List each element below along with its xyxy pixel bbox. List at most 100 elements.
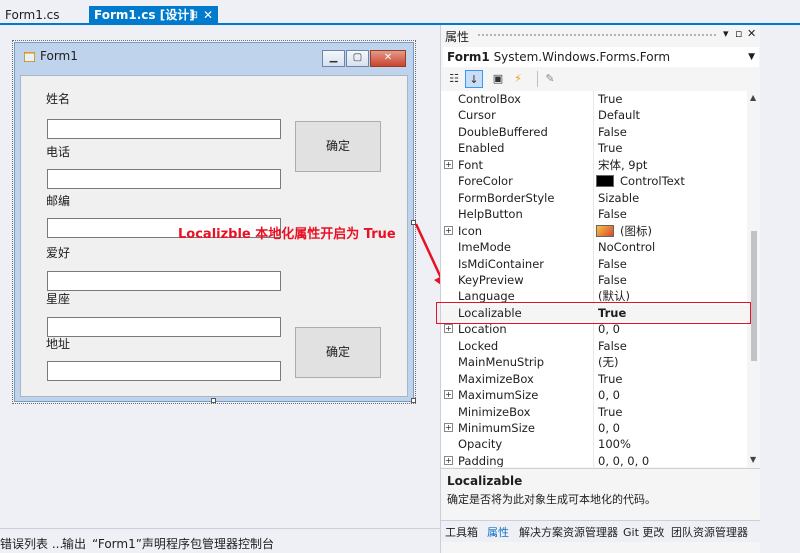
property-value[interactable]: Sizable (598, 190, 639, 206)
property-row[interactable]: Locked False (441, 338, 747, 354)
label-name: 姓名 (46, 92, 71, 106)
scroll-up-icon[interactable]: ▲ (750, 93, 756, 102)
property-value[interactable]: 宋体, 9pt (598, 157, 647, 173)
property-value[interactable]: True (598, 140, 622, 156)
property-row[interactable]: MainMenuStrip (无) (441, 354, 747, 370)
property-value[interactable]: False (598, 206, 627, 222)
tab-solution-explorer[interactable]: 解决方案资源管理器 (519, 524, 618, 540)
confirm-button-top[interactable]: 确定 (295, 121, 381, 172)
textbox-name[interactable] (47, 119, 281, 139)
textbox-constellation[interactable] (47, 317, 281, 337)
maximize-button[interactable]: ▢ (346, 50, 369, 67)
highlight-box (436, 302, 751, 324)
chevron-down-icon: ▼ (748, 52, 755, 62)
label-address: 地址 (46, 337, 71, 351)
property-value[interactable]: True (598, 91, 622, 107)
resize-handle-corner[interactable] (411, 398, 416, 403)
property-value[interactable]: True (598, 404, 622, 420)
designer-surface: Form1 ▁ ▢ ✕ 姓名 电话 邮编 爱好 星座 地址 确定 确定 (0, 27, 438, 528)
property-value[interactable]: 0, 0 (598, 420, 620, 436)
bottom-tab-output[interactable]: 输出 (62, 535, 86, 552)
icon-preview (596, 224, 614, 237)
drag-grip[interactable] (477, 33, 717, 37)
document-tab-strip: Form1.cs Form1.cs [设计] ⊞ ✕ (0, 0, 800, 25)
property-row[interactable]: ControlBox True (441, 91, 747, 107)
property-value[interactable]: False (598, 338, 627, 354)
property-row[interactable]: Opacity 100% (441, 436, 747, 452)
property-name: DoubleBuffered (458, 124, 548, 139)
categorized-icon[interactable]: ☷ (445, 70, 463, 88)
maximize-icon[interactable]: ▫ (735, 27, 742, 40)
property-row[interactable]: IsMdiContainer False (441, 256, 747, 272)
property-value[interactable]: 100% (598, 436, 631, 452)
property-row[interactable]: + Font 宋体, 9pt (441, 157, 747, 173)
chevron-down-icon[interactable]: ▾ (723, 27, 729, 40)
tab-toolbox[interactable]: 工具箱 (445, 524, 478, 540)
properties-icon[interactable]: ▣ (489, 70, 507, 88)
close-icon[interactable]: ✕ (203, 6, 213, 25)
pin-icon[interactable]: ⊞ (190, 6, 198, 25)
label-constellation: 星座 (46, 292, 71, 306)
expand-icon[interactable]: + (444, 159, 453, 169)
textbox-phone[interactable] (47, 169, 281, 189)
property-row[interactable]: + Padding 0, 0, 0, 0 (441, 453, 747, 467)
property-row[interactable]: ImeMode NoControl (441, 239, 747, 255)
expand-icon[interactable]: + (444, 324, 453, 334)
property-value[interactable]: False (598, 256, 627, 272)
expand-icon[interactable]: + (444, 390, 453, 400)
property-value[interactable]: 0, 0, 0, 0 (598, 453, 649, 467)
close-icon[interactable]: ✕ (747, 27, 756, 40)
property-value[interactable]: (图标) (620, 223, 652, 239)
tab-git-changes[interactable]: Git 更改 (623, 524, 664, 540)
property-row[interactable]: DoubleBuffered False (441, 124, 747, 140)
property-name: HelpButton (458, 207, 523, 222)
property-row[interactable]: + MinimumSize 0, 0 (441, 420, 747, 436)
tab-properties[interactable]: 属性 (487, 524, 509, 540)
expand-icon[interactable]: + (444, 423, 453, 432)
expand-icon[interactable]: + (444, 225, 453, 235)
alphabetical-icon[interactable]: ↓ (465, 70, 483, 88)
property-value[interactable]: False (598, 124, 627, 140)
bottom-tab-declaration[interactable]: “Form1”声明 (92, 535, 166, 552)
expand-icon[interactable]: + (444, 455, 453, 465)
property-value[interactable]: Default (598, 107, 640, 123)
form-window[interactable]: Form1 ▁ ▢ ✕ 姓名 电话 邮编 爱好 星座 地址 确定 确定 (12, 40, 416, 404)
property-value[interactable]: (无) (598, 354, 618, 370)
bottom-tab-package-console[interactable]: 程序包管理器控制台 (166, 535, 274, 552)
toolbar-separator (537, 71, 538, 87)
property-row[interactable]: Enabled True (441, 140, 747, 156)
property-row[interactable]: + MaximumSize 0, 0 (441, 387, 747, 403)
property-name: ForeColor (458, 174, 513, 189)
property-row[interactable]: Cursor Default (441, 107, 747, 123)
tab-form1-code[interactable]: Form1.cs (0, 6, 85, 25)
property-row[interactable]: FormBorderStyle Sizable (441, 190, 747, 206)
textbox-hobby[interactable] (47, 271, 281, 291)
properties-toolbar: ☷ ↓ ▣ ⚡ ✎ (441, 68, 761, 90)
bottom-tab-error-list[interactable]: 错误列表 ... (0, 535, 63, 552)
grid-scrollbar[interactable]: ▲ ▼ (747, 91, 761, 467)
property-value[interactable]: True (598, 371, 622, 387)
property-row[interactable]: + Icon (图标) (441, 223, 747, 239)
property-row[interactable]: ForeColor ControlText (441, 173, 747, 189)
property-row[interactable]: MinimizeBox True (441, 404, 747, 420)
resize-handle-bottom[interactable] (211, 398, 216, 403)
property-pages-icon[interactable]: ✎ (541, 70, 559, 88)
color-swatch (596, 175, 614, 188)
events-icon[interactable]: ⚡ (509, 70, 527, 88)
property-row[interactable]: HelpButton False (441, 206, 747, 222)
scroll-down-icon[interactable]: ▼ (750, 455, 756, 464)
tab-form1-designer[interactable]: Form1.cs [设计] ⊞ ✕ (89, 6, 218, 25)
scroll-thumb[interactable] (751, 231, 757, 361)
property-value[interactable]: False (598, 272, 627, 288)
property-value[interactable]: ControlText (620, 173, 685, 189)
textbox-address[interactable] (47, 361, 281, 381)
tab-team-explorer[interactable]: 团队资源管理器 (671, 524, 748, 540)
object-selector[interactable]: Form1 System.Windows.Forms.Form ▼ (443, 47, 759, 67)
property-value[interactable]: 0, 0 (598, 387, 620, 403)
property-row[interactable]: KeyPreview False (441, 272, 747, 288)
close-button[interactable]: ✕ (370, 50, 406, 67)
confirm-button-bottom[interactable]: 确定 (295, 327, 381, 378)
minimize-button[interactable]: ▁ (322, 50, 345, 67)
property-value[interactable]: NoControl (598, 239, 655, 255)
property-row[interactable]: MaximizeBox True (441, 371, 747, 387)
